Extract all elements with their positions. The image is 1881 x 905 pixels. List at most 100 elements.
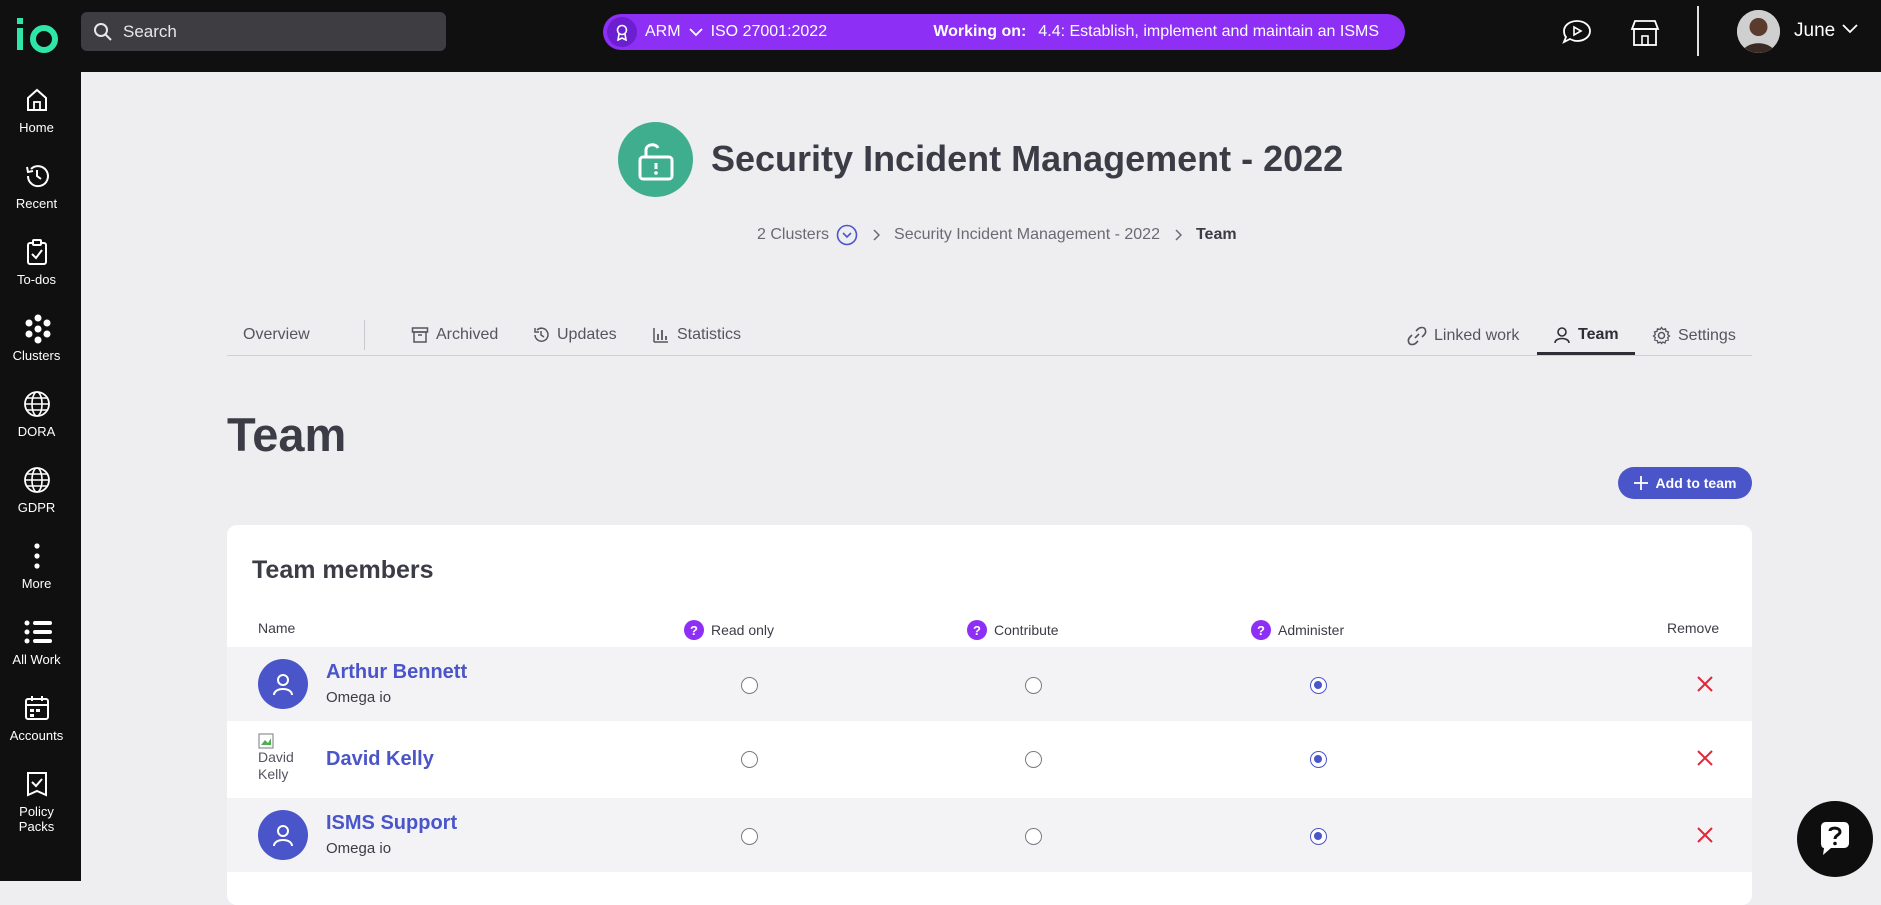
section-title: Team <box>227 408 347 461</box>
remove-icon[interactable] <box>1696 675 1714 693</box>
archive-icon <box>411 326 429 344</box>
column-header-read-only: ? Read only <box>684 620 774 640</box>
sidebar-item-label: To-dos <box>16 272 57 287</box>
member-name[interactable]: David Kelly <box>326 748 434 771</box>
member-name[interactable]: ISMS Support <box>326 812 457 835</box>
plus-icon <box>1633 476 1648 490</box>
tab-label: Team <box>1578 326 1619 343</box>
sidebar-item-todos[interactable]: To-dos <box>0 238 73 287</box>
award-icon <box>607 17 637 47</box>
table-row: ISMS Support Omega io <box>227 798 1752 872</box>
working-on[interactable]: Working on: 4.4: Establish, implement and… <box>933 23 1379 41</box>
member-name[interactable]: Arthur Bennett <box>326 661 467 684</box>
sidebar-item-label: Home <box>19 120 54 135</box>
avatar-alt-text: David Kelly <box>258 749 294 782</box>
sidebar-item-gdpr[interactable]: GDPR <box>0 466 73 515</box>
active-tab-indicator <box>1537 352 1635 355</box>
chevron-down-icon[interactable] <box>688 27 703 37</box>
breadcrumb-current: Team <box>1195 226 1237 243</box>
unlock-icon <box>618 122 693 197</box>
team-members-card: Team members Name ? Read only ? Contribu… <box>227 525 1752 905</box>
remove-icon[interactable] <box>1696 826 1714 844</box>
avatar <box>258 810 308 860</box>
help-icon[interactable]: ? <box>1251 620 1271 640</box>
page-title: Security Incident Management - 2022 <box>711 138 1344 179</box>
column-header-administer: ? Administer <box>1251 620 1344 640</box>
tab-label: Statistics <box>677 326 742 343</box>
table-row: David Kelly David Kelly <box>227 721 1752 795</box>
history-icon <box>23 162 51 190</box>
contribute-radio[interactable] <box>1025 677 1042 694</box>
broken-image-icon <box>258 733 274 749</box>
administer-radio[interactable] <box>1310 677 1327 694</box>
sidebar-item-label: Clusters <box>12 348 61 363</box>
column-label: Read only <box>711 622 775 638</box>
read-only-radio[interactable] <box>741 828 758 845</box>
sidebar-item-policy-packs[interactable]: Policy Packs <box>0 770 73 834</box>
tab-team[interactable]: Team <box>1553 326 1619 344</box>
contribute-radio[interactable] <box>1025 751 1042 768</box>
sidebar-item-dora[interactable]: DORA <box>0 390 73 439</box>
clipboard-check-icon <box>23 238 51 266</box>
sidebar-item-more[interactable]: More <box>0 542 73 591</box>
io-logo[interactable] <box>14 14 64 56</box>
search-placeholder: Search <box>123 21 177 41</box>
sidebar-item-clusters[interactable]: Clusters <box>0 314 73 363</box>
add-to-team-button[interactable]: Add to team <box>1618 467 1752 499</box>
help-icon[interactable]: ? <box>684 620 704 640</box>
column-header-contribute: ? Contribute <box>967 620 1059 640</box>
help-chat-button[interactable] <box>1797 801 1873 877</box>
calendar-icon <box>23 694 51 722</box>
sidebar-item-home[interactable]: Home <box>0 86 73 135</box>
sidebar-item-all-work[interactable]: All Work <box>0 618 73 667</box>
column-header-remove: Remove <box>1667 620 1719 636</box>
administer-radio[interactable] <box>1310 828 1327 845</box>
chevron-right-icon <box>872 229 881 241</box>
more-vertical-icon <box>23 542 51 570</box>
topbar-divider <box>1697 6 1699 56</box>
home-icon <box>23 86 51 114</box>
working-context-bar[interactable]: ARM ISO 27001:2022 Working on: 4.4: Estab… <box>603 14 1405 50</box>
tab-settings[interactable]: Settings <box>1652 326 1736 345</box>
remove-icon[interactable] <box>1696 749 1714 767</box>
chevron-down-circle-icon[interactable] <box>836 224 858 246</box>
chevron-right-icon <box>1174 229 1182 241</box>
read-only-radio[interactable] <box>741 677 758 694</box>
standard-name: ISO 27001:2022 <box>710 23 828 40</box>
tab-linked-work[interactable]: Linked work <box>1407 326 1519 346</box>
tab-overview[interactable]: Overview <box>243 326 310 344</box>
administer-radio[interactable] <box>1310 751 1327 768</box>
sidebar: Home Recent To-dos Clusters DORA GDPR Mo… <box>0 72 81 881</box>
globe-icon <box>23 466 51 494</box>
column-label: Administer <box>1278 622 1345 638</box>
sidebar-item-recent[interactable]: Recent <box>0 162 73 211</box>
top-bar: Search ARM ISO 27001:2022 Working on: 4.4… <box>0 0 1881 72</box>
search-input[interactable]: Search <box>81 12 446 51</box>
tab-updates[interactable]: Updates <box>532 326 617 344</box>
member-org: Omega io <box>326 840 392 857</box>
store-icon[interactable] <box>1629 18 1661 48</box>
tab-statistics[interactable]: Statistics <box>652 326 741 344</box>
video-chat-icon[interactable] <box>1561 18 1593 46</box>
column-label: Name <box>258 620 296 636</box>
globe-icon <box>23 390 51 418</box>
tab-archived[interactable]: Archived <box>411 326 498 344</box>
breadcrumb-item[interactable]: Security Incident Management - 2022 <box>894 226 1160 244</box>
table-row: Arthur Bennett Omega io <box>227 647 1752 721</box>
user-name[interactable]: June <box>1794 20 1835 42</box>
search-icon <box>93 22 113 42</box>
breadcrumb-clusters[interactable]: 2 Clusters <box>757 226 829 244</box>
chevron-down-icon[interactable] <box>1842 24 1858 34</box>
sidebar-item-label: Policy Packs <box>18 804 55 834</box>
help-icon[interactable]: ? <box>967 620 987 640</box>
avatar: David Kelly <box>258 733 308 787</box>
contribute-radio[interactable] <box>1025 828 1042 845</box>
user-avatar[interactable] <box>1737 10 1780 53</box>
working-on-value: 4.4: Establish, implement and maintain a… <box>1038 23 1379 40</box>
sidebar-item-label: Recent <box>15 196 58 211</box>
gear-icon <box>1652 326 1671 345</box>
sidebar-item-accounts[interactable]: Accounts <box>0 694 73 743</box>
tab-label: Overview <box>243 326 310 343</box>
read-only-radio[interactable] <box>741 751 758 768</box>
sidebar-item-label: All Work <box>12 652 61 667</box>
